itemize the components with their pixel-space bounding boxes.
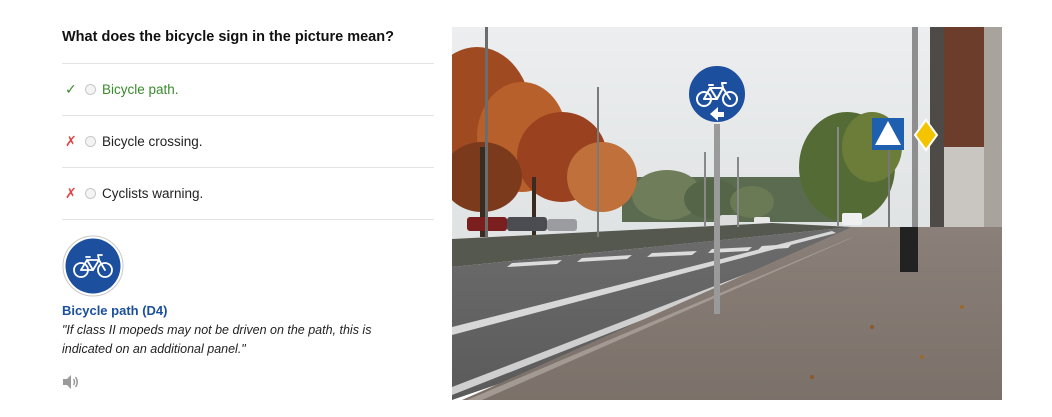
radio-button[interactable] xyxy=(85,136,96,147)
answer-option-label: Cyclists warning. xyxy=(102,186,204,201)
cross-icon: ✗ xyxy=(65,133,77,149)
radio-button[interactable] xyxy=(85,84,96,95)
answer-options: ✓ Bicycle path. ✗ Bicycle crossing. ✗ Cy… xyxy=(62,63,434,220)
answer-option-label: Bicycle path. xyxy=(102,82,179,97)
question-text: What does the bicycle sign in the pictur… xyxy=(62,29,394,45)
check-icon: ✓ xyxy=(65,81,77,97)
radio-button[interactable] xyxy=(85,188,96,199)
bicycle-path-sign-icon xyxy=(62,235,124,302)
cross-icon: ✗ xyxy=(65,185,77,201)
sign-title: Bicycle path (D4) xyxy=(62,303,168,318)
answer-option-1[interactable]: ✓ Bicycle path. xyxy=(62,63,434,115)
street-photo xyxy=(452,27,1002,400)
answer-option-3[interactable]: ✗ Cyclists warning. xyxy=(62,167,434,220)
answer-option-label: Bicycle crossing. xyxy=(102,134,203,149)
sign-description: "If class II mopeds may not be driven on… xyxy=(62,323,372,356)
answer-option-2[interactable]: ✗ Bicycle crossing. xyxy=(62,115,434,167)
speaker-icon[interactable] xyxy=(62,374,80,395)
